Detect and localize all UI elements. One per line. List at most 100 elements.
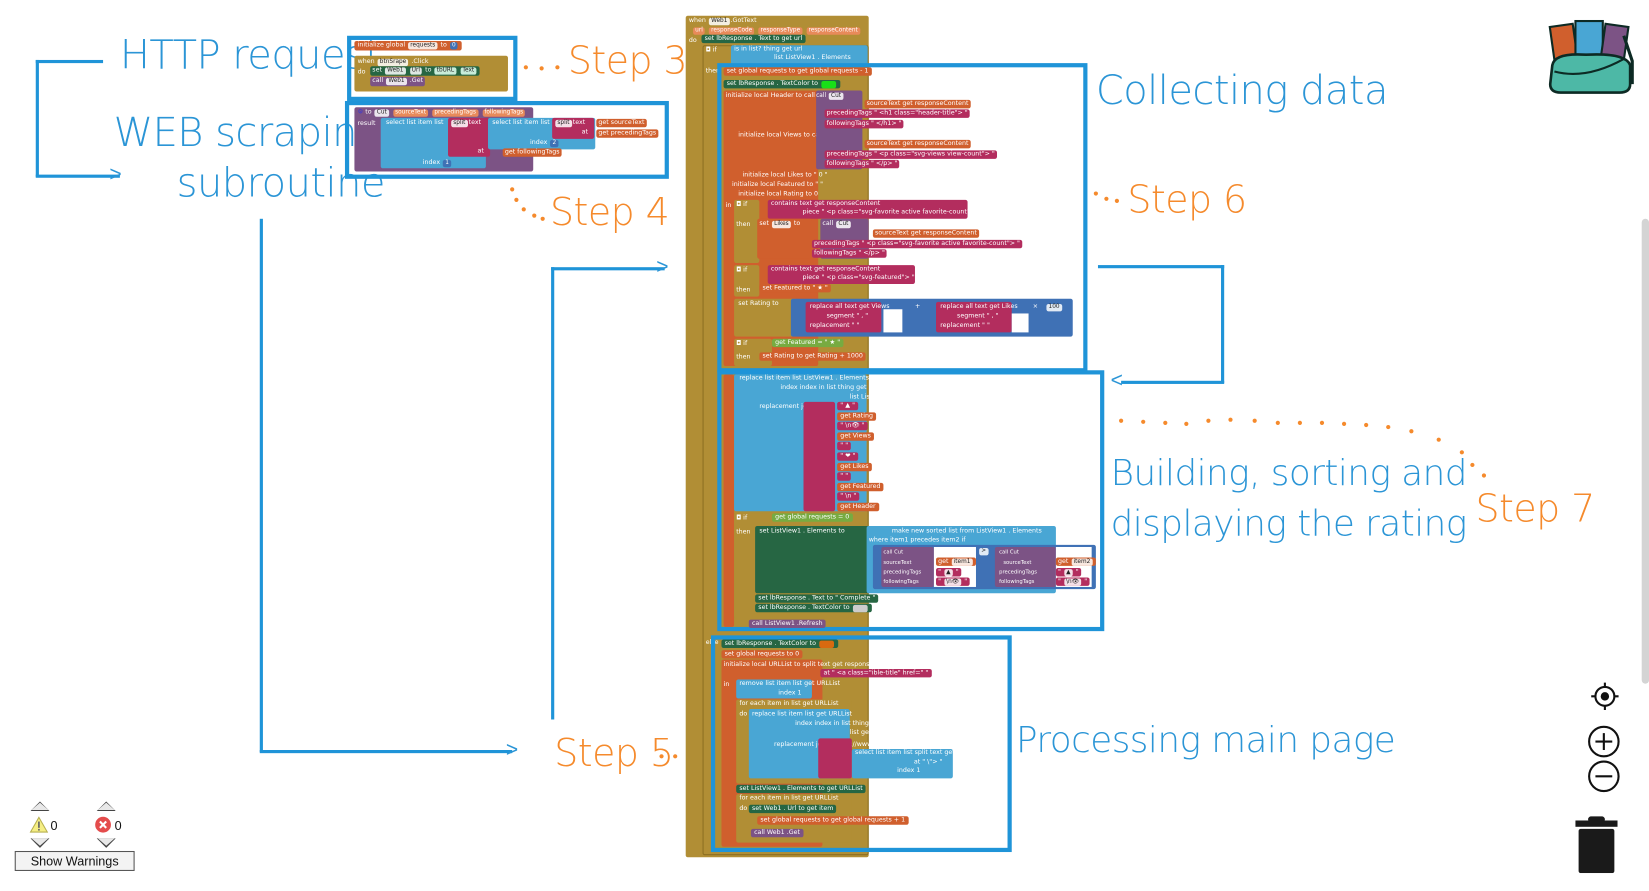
block-call-web-get[interactable]: call Web1 .Get	[370, 76, 426, 87]
join-item[interactable]: " "	[837, 472, 852, 481]
block-set-textcolor-orange[interactable]: set lbResponse . TextColor to	[721, 639, 838, 648]
join-item[interactable]: " \n "	[837, 492, 860, 502]
zoom-out-icon[interactable]	[1587, 759, 1621, 793]
backpack-icon[interactable]	[1544, 11, 1637, 95]
number-field[interactable]: 100	[1046, 303, 1062, 312]
block-set-requests-plus[interactable]: set global requests to get global reques…	[757, 816, 909, 825]
component-dropdown[interactable]: Web1	[386, 77, 407, 86]
join-item[interactable]: get Rating	[837, 411, 877, 421]
block-text-views-preceding[interactable]: precedingTags " <p class="svg-views view…	[824, 150, 997, 159]
block-contains-featured[interactable]: contains text get responseContent piece "…	[767, 265, 915, 285]
block-compare-requests[interactable]: get global requests = 0	[771, 513, 853, 522]
block-call-web-get[interactable]: call Web1 .Get	[750, 828, 804, 838]
recenter-icon[interactable]	[1590, 682, 1619, 711]
block-if-contains-likes[interactable]: ◘ if then	[734, 199, 760, 263]
trash-icon[interactable]	[1573, 816, 1619, 874]
block-text-header-preceding[interactable]: precedingTags " <h1 class="header-title"…	[824, 109, 970, 118]
join-item[interactable]: " "	[837, 442, 852, 451]
block-set-complete[interactable]: set lbResponse . Text to " Complete "	[755, 594, 879, 603]
block-set-featured[interactable]: set Featured to " ★ "	[759, 284, 831, 293]
block-when-btnsrape-click[interactable]: when btnSrape .Click do set Web1 Url to …	[354, 55, 508, 92]
block-set-sorted-elements[interactable]: set ListView1 . Elements to	[755, 525, 871, 594]
join-item[interactable]: get Featured	[837, 482, 884, 492]
block-text-likes-following[interactable]: followingTags " </p> "	[811, 249, 887, 258]
block-rating-bonus[interactable]: set Rating to get Rating + 1000	[759, 352, 867, 361]
block-get-responsecontent[interactable]: sourceText get responseContent	[864, 139, 971, 149]
block-set-global-requests[interactable]: set global requests to get global reques…	[723, 67, 872, 76]
var-field[interactable]: requests	[408, 42, 438, 50]
split-dropdown[interactable]: split	[555, 119, 572, 128]
block-set-listview-elements[interactable]: set ListView1 . Elements to get URLList	[736, 784, 866, 794]
compare-dropdown[interactable]: >	[979, 548, 989, 556]
block-remove-list-item[interactable]: remove list item list get URLList index 1	[736, 679, 840, 699]
color-swatch-green[interactable]	[821, 80, 836, 89]
block-call-cut-item2[interactable]: call Cut sourceText precedingTags following…	[994, 546, 1056, 587]
join-item[interactable]: get Views	[837, 432, 875, 441]
split-dropdown[interactable]: split	[451, 119, 468, 128]
color-swatch-orange[interactable]	[819, 640, 834, 648]
block-join[interactable]	[803, 401, 836, 512]
step4-leader-dot	[540, 216, 545, 221]
join-item[interactable]: " \n👁 "	[837, 422, 868, 431]
number-field[interactable]: 0	[449, 42, 458, 50]
component-dropdown[interactable]: btnSrape	[377, 58, 409, 67]
component-dropdown[interactable]: Web1	[708, 17, 730, 26]
show-warnings-button[interactable]: Show Warnings	[14, 850, 135, 871]
block-select-url-part[interactable]: select list item list split text get ite…	[851, 748, 971, 779]
number-field[interactable]: 1	[443, 159, 452, 168]
block-text-triangle[interactable]: " ▲ "	[936, 568, 961, 577]
block-set-rating[interactable]: set Rating to	[734, 298, 798, 337]
block-get-item2[interactable]: get item2	[1055, 557, 1096, 566]
block-get-item1[interactable]: get item1	[936, 557, 976, 566]
block-set-web-url-item[interactable]: set Web1 . Url to get item	[748, 804, 837, 814]
mutator-icon[interactable]: ⚙	[358, 108, 364, 115]
block-compare-featured[interactable]: get Featured = " ★ "	[771, 338, 844, 348]
block-replace-likes[interactable]: replace all text get Likes segment " , " r…	[936, 301, 1018, 333]
error-next-icon[interactable]	[96, 838, 116, 848]
error-prev-icon[interactable]	[96, 801, 116, 812]
block-get-followingtags[interactable]: get followingTags	[502, 148, 562, 157]
block-urllist-at[interactable]: at " <a class="ible-title" href=" "	[820, 669, 932, 678]
block-set-requests-zero[interactable]: set global requests to 0	[721, 650, 803, 659]
join-item[interactable]: " ❤ "	[837, 452, 859, 461]
component-dropdown[interactable]: tbURL	[434, 67, 457, 75]
block-get-responsecontent[interactable]: sourceText get responseContent	[872, 229, 979, 238]
block-get-precedingtags[interactable]: get precedingTags	[596, 129, 659, 138]
join-item[interactable]: " ▲ "	[837, 401, 859, 411]
block-set-textcolor-gray[interactable]: set lbResponse . TextColor to	[755, 603, 872, 613]
procedure-name-field[interactable]: Cut	[374, 109, 389, 117]
block-text-eye[interactable]: " \n👁 "	[1055, 577, 1090, 586]
block-get-sourcetext[interactable]: get sourceText	[596, 118, 647, 128]
component-dropdown[interactable]: Web1	[385, 67, 406, 75]
block-contains-likes[interactable]: contains text get responseContent piece "…	[767, 199, 980, 219]
warning-prev-icon[interactable]	[30, 801, 50, 812]
block-set-response-text[interactable]: set lbResponse . Text to get url	[701, 34, 806, 44]
warning-next-icon[interactable]	[30, 838, 50, 848]
block-set-web-url[interactable]: set Web1 Url to tbURL Text	[370, 66, 480, 76]
block-replace-views[interactable]: replace all text get Views segment " , " r…	[805, 301, 890, 333]
zoom-in-icon[interactable]	[1587, 725, 1621, 759]
block-split[interactable]: split text at	[448, 117, 491, 157]
block-text-eye[interactable]: " \n👁 "	[936, 577, 970, 586]
vertical-scrollbar[interactable]	[1641, 218, 1649, 684]
block-set-likes[interactable]: set Likes to	[757, 218, 812, 259]
block-if-contains-featured[interactable]: ◘ if then	[734, 265, 760, 297]
property-dropdown[interactable]: Text	[460, 67, 477, 75]
block-text-triangle[interactable]: " ▲ "	[1055, 568, 1081, 577]
join-item[interactable]: get Header	[837, 502, 879, 512]
blocks-workspace[interactable]: HTTP request WEB scraping subroutine > >…	[0, 0, 1649, 891]
block-text-views-following[interactable]: followingTags " </p> "	[824, 159, 900, 169]
join-item[interactable]: get Likes	[837, 462, 872, 471]
block-text-header-following[interactable]: followingTags " </h1> "	[824, 119, 904, 129]
block-split-inner[interactable]: split text at	[552, 117, 595, 139]
color-swatch-gray[interactable]	[852, 604, 868, 613]
property-dropdown[interactable]: Url	[409, 67, 423, 75]
block-listview-refresh[interactable]: call ListView1 .Refresh	[748, 619, 826, 628]
block-call-cut-item1[interactable]: call Cut sourceText precedingTags following…	[881, 546, 934, 587]
block-initialize-global[interactable]: initialize global requests to 0	[354, 41, 463, 51]
block-text-likes-preceding[interactable]: precedingTags " <p class="svg-favorite a…	[811, 239, 1023, 249]
block-get-responsecontent[interactable]: sourceText get responseContent	[864, 99, 971, 109]
block-join-url[interactable]	[818, 738, 852, 779]
block-set-textcolor-green[interactable]: set lbResponse . TextColor to	[723, 79, 841, 89]
number-field[interactable]: 2	[550, 139, 559, 148]
